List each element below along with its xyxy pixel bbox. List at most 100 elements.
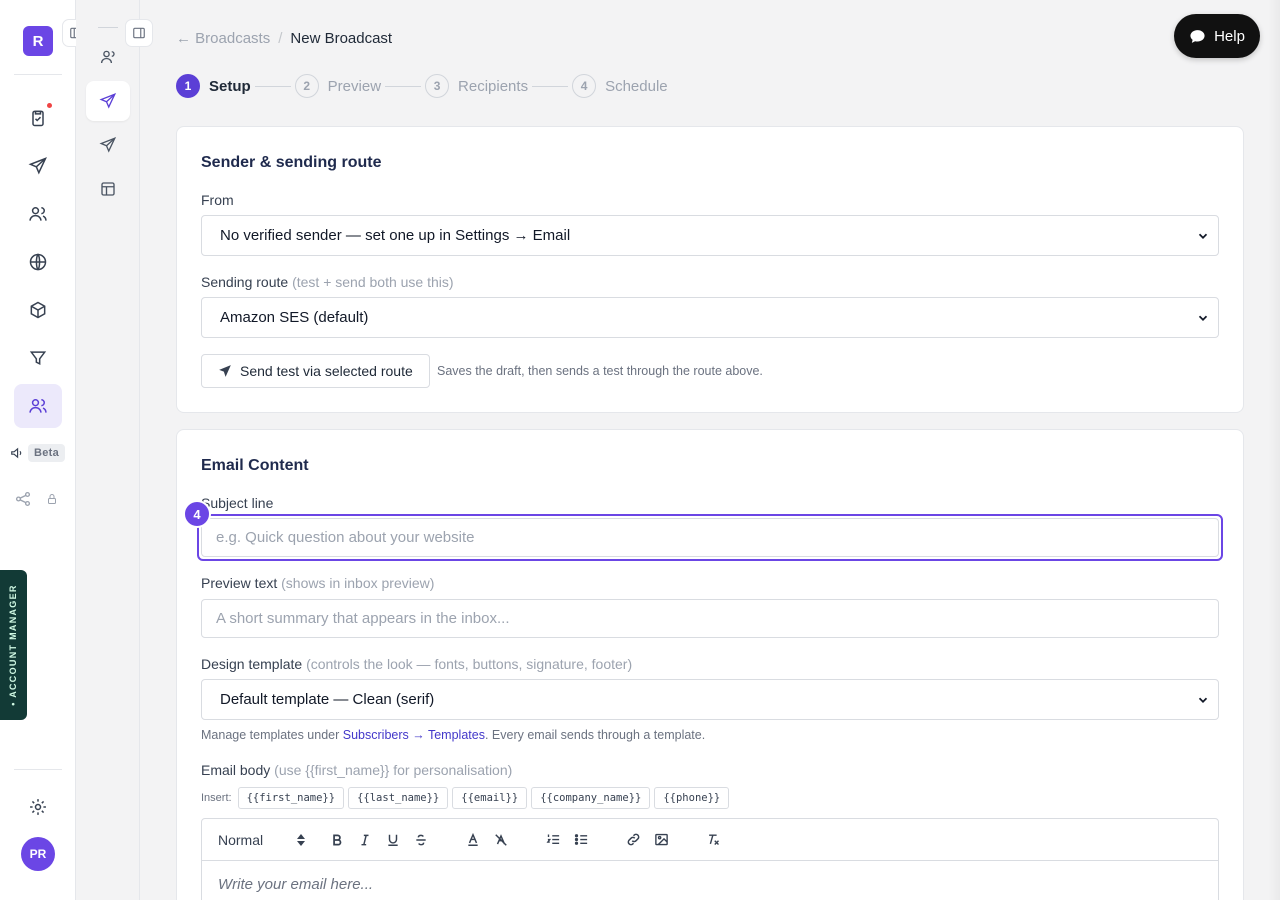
background-color-button[interactable]	[492, 831, 510, 849]
wizard-stepper: 1 Setup 2 Preview 3 Recipients 4 Schedul…	[176, 74, 668, 98]
image-button[interactable]	[652, 831, 670, 849]
breadcrumb-separator: /	[278, 30, 283, 47]
bullet-list-icon	[574, 834, 587, 845]
underline-button[interactable]	[384, 831, 402, 849]
merge-tag-phone[interactable]: {{phone}}	[654, 787, 730, 809]
step-connector	[532, 85, 569, 87]
text-color-icon	[468, 832, 478, 846]
subnav-broadcasts[interactable]	[86, 81, 130, 121]
templates-link[interactable]: Subscribers → Templates	[343, 728, 485, 742]
insert-label: Insert:	[201, 792, 232, 804]
collapse-subnav-button[interactable]	[125, 19, 153, 47]
merge-tag-company-name[interactable]: {{company_name}}	[531, 787, 651, 809]
step-schedule[interactable]: 4 Schedule	[572, 74, 668, 98]
nav-websites[interactable]	[14, 240, 62, 284]
italic-icon	[361, 834, 369, 845]
nav-packages[interactable]	[14, 288, 62, 332]
underline-icon	[388, 834, 398, 846]
nav-beta-feature[interactable]: Beta	[10, 444, 66, 462]
page-edge-shade	[1268, 0, 1280, 900]
account-manager-label: • ACCOUNT MANAGER	[8, 584, 18, 706]
merge-tag-first-name[interactable]: {{first_name}}	[237, 787, 345, 809]
route-select[interactable]: Amazon SES (default)	[201, 297, 1219, 338]
share-nodes-icon	[15, 491, 31, 507]
bold-button[interactable]	[328, 831, 346, 849]
strike-button[interactable]	[412, 831, 430, 849]
preview-text-label: Preview text (shows in inbox preview)	[201, 575, 435, 591]
send-test-note: Saves the draft, then sends a test throu…	[437, 364, 763, 378]
subnav-subscribers[interactable]	[86, 37, 130, 77]
subject-input[interactable]: e.g. Quick question about your website	[201, 518, 1219, 557]
subject-label: Subject line	[201, 495, 274, 511]
layout-icon	[101, 182, 115, 196]
breadcrumb: ← Broadcasts / New Broadcast	[176, 30, 392, 47]
nav-settings[interactable]	[14, 785, 62, 829]
breadcrumb-back-link[interactable]: ← Broadcasts	[176, 30, 270, 47]
template-select[interactable]: Default template — Clean (serif)	[201, 679, 1219, 720]
megaphone-icon	[11, 447, 22, 459]
bold-icon	[333, 833, 342, 846]
email-body-editor[interactable]: Write your email here...	[201, 860, 1219, 900]
merge-tag-last-name[interactable]: {{last_name}}	[348, 787, 449, 809]
editor-placeholder: Write your email here...	[218, 876, 374, 893]
step-setup[interactable]: 1 Setup	[176, 74, 251, 98]
strikethrough-icon	[416, 834, 426, 845]
user-icon	[100, 50, 115, 64]
send-icon	[99, 93, 117, 109]
nav-contacts[interactable]	[14, 192, 62, 236]
main-nav-rail: R Beta • ACCOUNT MANAGER PR	[0, 0, 76, 900]
text-color-button[interactable]	[464, 831, 482, 849]
subnav-divider	[98, 27, 118, 28]
link-button[interactable]	[624, 831, 642, 849]
step-preview[interactable]: 2 Preview	[294, 74, 381, 98]
box-icon	[30, 301, 46, 319]
clear-format-button[interactable]	[704, 831, 722, 849]
ordered-list-button[interactable]	[544, 831, 562, 849]
link-icon	[627, 833, 639, 846]
user-avatar[interactable]: PR	[21, 837, 55, 871]
manage-templates-note: Manage templates under Subscribers → Tem…	[201, 728, 706, 742]
italic-button[interactable]	[356, 831, 374, 849]
rail-divider	[14, 74, 62, 75]
users-icon	[29, 207, 47, 221]
clear-format-icon	[708, 834, 719, 845]
format-select[interactable]: Normal	[218, 832, 306, 848]
send-icon	[99, 137, 117, 153]
subnav-sequences[interactable]	[86, 125, 130, 165]
notification-dot	[47, 103, 52, 108]
nav-send[interactable]	[14, 144, 62, 188]
nav-integrations[interactable]	[14, 490, 58, 508]
tour-step-badge: 4	[183, 500, 211, 528]
send-icon	[28, 157, 47, 175]
beta-badge: Beta	[28, 444, 66, 462]
users-icon	[29, 399, 47, 413]
rail-divider	[14, 769, 62, 770]
chevron-down-icon	[1198, 697, 1208, 703]
globe-icon	[29, 253, 47, 271]
from-select[interactable]: No verified sender — set one up in Setti…	[201, 215, 1219, 256]
gear-icon	[30, 799, 46, 815]
app-logo[interactable]: R	[23, 26, 53, 56]
subnav-templates[interactable]	[86, 169, 130, 209]
merge-tag-email[interactable]: {{email}}	[452, 787, 528, 809]
send-test-button[interactable]: Send test via selected route	[201, 354, 430, 388]
ordered-list-icon	[546, 834, 559, 844]
page-title: New Broadcast	[290, 30, 393, 47]
sub-nav-rail	[76, 0, 140, 900]
nav-tasks[interactable]	[14, 96, 62, 140]
updown-arrows-icon	[297, 833, 305, 846]
help-button[interactable]: Help	[1174, 14, 1260, 58]
email-content-title: Email Content	[201, 457, 309, 474]
nav-subscribers[interactable]	[14, 384, 62, 428]
from-label: From	[201, 192, 234, 208]
step-recipients[interactable]: 3 Recipients	[425, 74, 528, 98]
filter-icon	[29, 351, 47, 366]
clipboard-check-icon	[32, 110, 44, 127]
nav-funnels[interactable]	[14, 336, 62, 380]
chevron-down-icon	[1198, 233, 1208, 239]
preview-text-input[interactable]: A short summary that appears in the inbo…	[201, 599, 1219, 638]
step-connector	[254, 85, 291, 87]
bullet-list-button[interactable]	[572, 831, 590, 849]
image-icon	[654, 833, 668, 846]
route-label: Sending route (test + send both use this…	[201, 274, 454, 290]
